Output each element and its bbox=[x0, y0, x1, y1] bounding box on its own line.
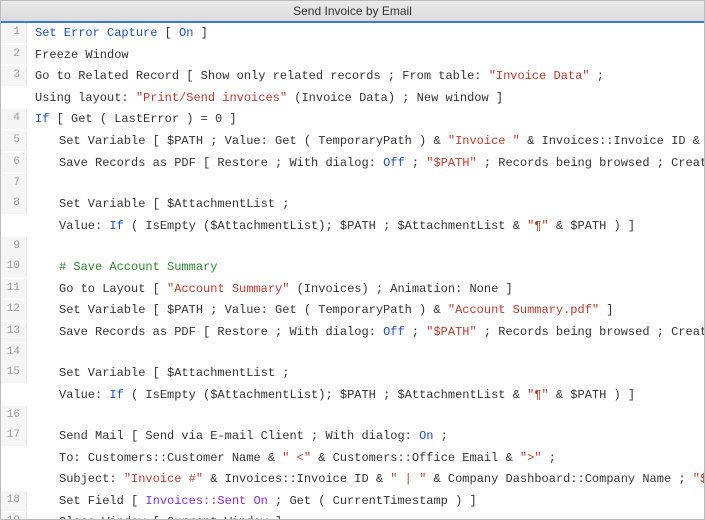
script-line[interactable]: 13 Save Records as PDF [ Restore ; With … bbox=[1, 322, 704, 344]
line-number: 4 bbox=[1, 109, 27, 129]
script-line[interactable]: 10 # Save Account Summary bbox=[1, 257, 704, 279]
script-line[interactable]: 12 Set Variable [ $PATH ; Value: Get ( T… bbox=[1, 300, 704, 322]
line-number: 11 bbox=[1, 279, 27, 299]
script-line[interactable]: 7 bbox=[1, 174, 704, 194]
line-number: 8 bbox=[1, 194, 27, 214]
script-line[interactable]: 11 Go to Layout [ "Account Summary" (Inv… bbox=[1, 279, 704, 301]
script-line[interactable]: 18 Set Field [ Invoices::Sent On ; Get (… bbox=[1, 491, 704, 513]
script-line[interactable]: 3 Go to Related Record [ Show only relat… bbox=[1, 66, 704, 88]
line-number: 13 bbox=[1, 322, 27, 342]
line-number: 14 bbox=[1, 343, 27, 363]
script-line-continuation[interactable]: Using layout: "Print/Send invoices" (Inv… bbox=[1, 88, 704, 110]
line-number: 12 bbox=[1, 300, 27, 320]
line-number: 10 bbox=[1, 257, 27, 277]
line-number: 3 bbox=[1, 66, 27, 86]
line-number: 18 bbox=[1, 491, 27, 511]
line-number: 15 bbox=[1, 363, 27, 383]
line-number: 1 bbox=[1, 23, 27, 43]
line-number: 7 bbox=[1, 174, 27, 194]
script-line-continuation[interactable]: Value: If ( IsEmpty ($AttachmentList); $… bbox=[1, 216, 704, 238]
line-number: 5 bbox=[1, 131, 27, 151]
script-line[interactable]: 6 Save Records as PDF [ Restore ; With d… bbox=[1, 153, 704, 175]
script-line[interactable]: 16 bbox=[1, 406, 704, 426]
script-line-continuation[interactable]: Value: If ( IsEmpty ($AttachmentList); $… bbox=[1, 385, 704, 407]
line-number: 2 bbox=[1, 45, 27, 65]
line-number: 9 bbox=[1, 237, 27, 257]
line-number: 19 bbox=[1, 512, 27, 519]
script-line-continuation[interactable]: Subject: "Invoice #" & Invoices::Invoice… bbox=[1, 469, 704, 491]
line-number: 16 bbox=[1, 406, 27, 426]
script-line[interactable]: 2 Freeze Window bbox=[1, 45, 704, 67]
script-line[interactable]: 9 bbox=[1, 237, 704, 257]
script-line[interactable]: 4 If [ Get ( LastError ) = 0 ] bbox=[1, 109, 704, 131]
line-number: 17 bbox=[1, 426, 27, 446]
script-line[interactable]: 8 Set Variable [ $AttachmentList ; bbox=[1, 194, 704, 216]
script-line[interactable]: 19 Close Window [ Current Window ] bbox=[1, 512, 704, 519]
window-title: Send Invoice by Email bbox=[1, 1, 704, 23]
line-number: 6 bbox=[1, 153, 27, 173]
script-line[interactable]: 1 Set Error Capture [ On ] bbox=[1, 23, 704, 45]
script-line[interactable]: 17 Send Mail [ Send via E-mail Client ; … bbox=[1, 426, 704, 448]
script-line[interactable]: 14 bbox=[1, 343, 704, 363]
script-line-continuation[interactable]: To: Customers::Customer Name & " <" & Cu… bbox=[1, 448, 704, 470]
script-line[interactable]: 5 Set Variable [ $PATH ; Value: Get ( Te… bbox=[1, 131, 704, 153]
script-line[interactable]: 15 Set Variable [ $AttachmentList ; bbox=[1, 363, 704, 385]
script-editor: 1 Set Error Capture [ On ] 2 Freeze Wind… bbox=[1, 23, 704, 519]
